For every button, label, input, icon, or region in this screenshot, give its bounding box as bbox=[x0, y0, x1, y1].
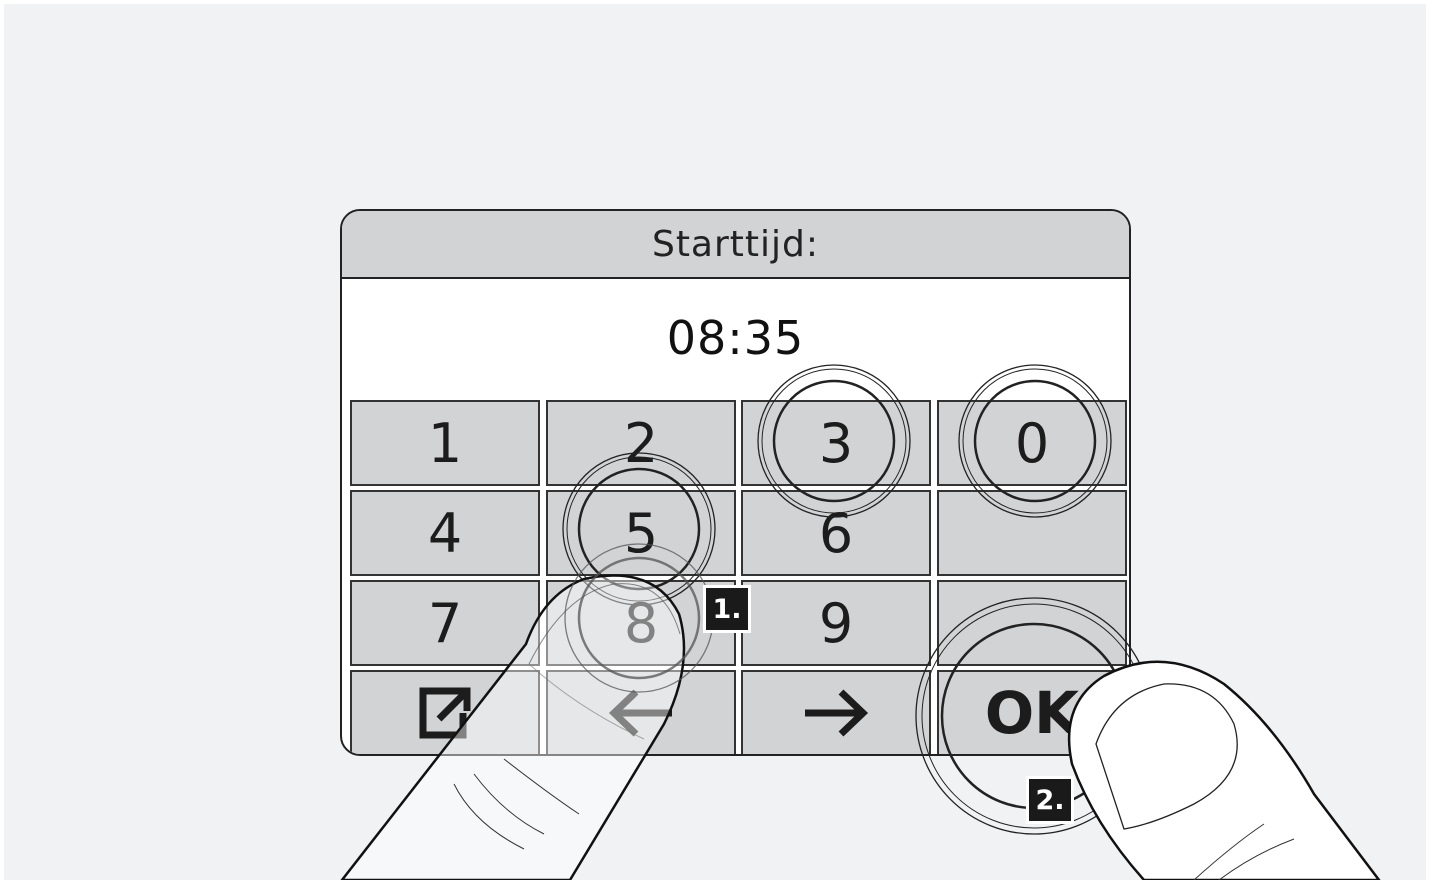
panel-header: Starttijd: bbox=[342, 211, 1129, 279]
key-2[interactable]: 2 bbox=[546, 400, 736, 486]
key-blank-1 bbox=[937, 490, 1127, 576]
key-5[interactable]: 5 bbox=[546, 490, 736, 576]
key-3[interactable]: 3 bbox=[741, 400, 931, 486]
step-1-label: 1. bbox=[703, 585, 751, 633]
key-label: 0 bbox=[1014, 411, 1050, 475]
time-display: 08:35 bbox=[666, 311, 805, 365]
key-label: 1 bbox=[427, 411, 463, 475]
ok-label: OK bbox=[984, 679, 1080, 747]
arrow-left-icon bbox=[608, 689, 672, 737]
key-label: 9 bbox=[818, 591, 854, 655]
key-4[interactable]: 4 bbox=[350, 490, 540, 576]
key-label: 6 bbox=[818, 501, 854, 565]
panel-title: Starttijd: bbox=[651, 223, 820, 265]
key-label: 7 bbox=[427, 591, 463, 655]
ok-button[interactable]: OK bbox=[937, 670, 1127, 754]
key-1[interactable]: 1 bbox=[350, 400, 540, 486]
key-label: 2 bbox=[623, 411, 659, 475]
key-blank-2 bbox=[937, 580, 1127, 666]
external-link-icon bbox=[419, 687, 471, 739]
time-entry-panel: Starttijd: 08:35 1 2 3 0 4 5 6 7 8 9 OK bbox=[340, 209, 1131, 756]
forward-button[interactable] bbox=[741, 670, 931, 754]
key-9[interactable]: 9 bbox=[741, 580, 931, 666]
key-6[interactable]: 6 bbox=[741, 490, 931, 576]
illustration-scene: Starttijd: 08:35 1 2 3 0 4 5 6 7 8 9 OK … bbox=[4, 4, 1426, 880]
key-label: 8 bbox=[623, 591, 659, 655]
key-label: 5 bbox=[623, 501, 659, 565]
key-0[interactable]: 0 bbox=[937, 400, 1127, 486]
step-2-label: 2. bbox=[1026, 776, 1074, 824]
key-label: 3 bbox=[818, 411, 854, 475]
back-button[interactable] bbox=[546, 670, 736, 754]
key-label: 4 bbox=[427, 501, 463, 565]
export-button[interactable] bbox=[350, 670, 540, 754]
arrow-right-icon bbox=[805, 689, 869, 737]
key-7[interactable]: 7 bbox=[350, 580, 540, 666]
